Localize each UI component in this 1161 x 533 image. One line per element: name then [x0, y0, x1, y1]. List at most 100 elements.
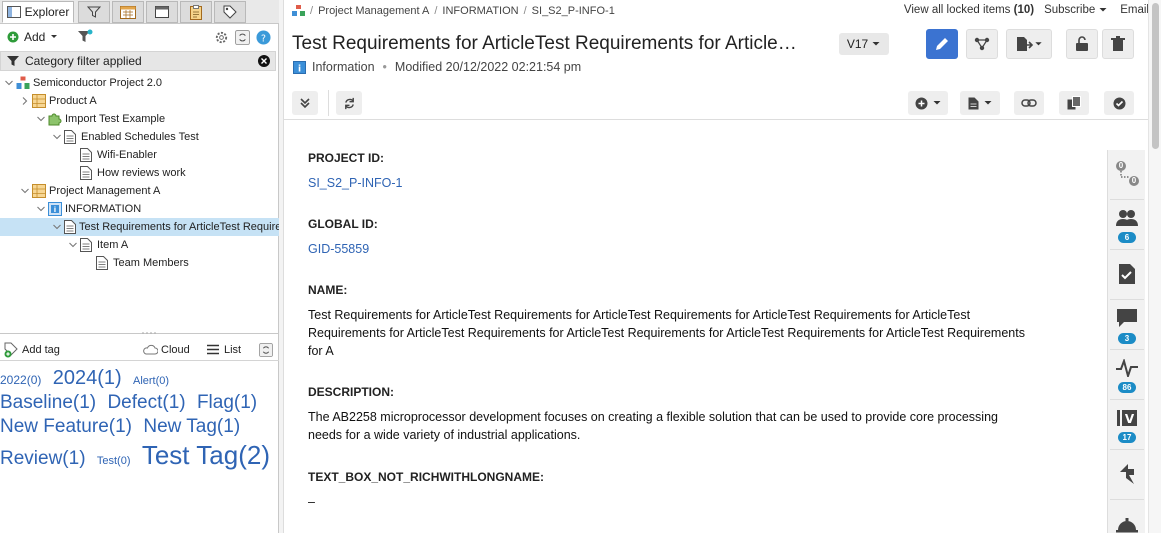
settings-icon[interactable]: [214, 30, 229, 45]
duplicate-button[interactable]: [1059, 91, 1089, 115]
scrollbar-thumb[interactable]: [1152, 3, 1159, 149]
breadcrumb-item-project[interactable]: Project Management A: [318, 5, 429, 17]
document-icon: [80, 238, 94, 252]
add-button[interactable]: Add: [7, 30, 59, 44]
tag-cloud-item[interactable]: Test Tag(2): [142, 440, 270, 470]
tree-caret-down-icon[interactable]: [52, 222, 62, 232]
tree-caret-down-icon[interactable]: [36, 204, 46, 214]
tree-node[interactable]: Project Management A: [0, 182, 279, 200]
add-menu-button[interactable]: [908, 91, 948, 115]
close-icon[interactable]: [258, 55, 270, 67]
email-link[interactable]: Email: [1120, 4, 1149, 16]
filter-icon: [87, 6, 101, 18]
bell-icon: [1116, 515, 1138, 533]
tab-calendar[interactable]: [112, 1, 144, 23]
tag-cloud-item[interactable]: Defect(1): [107, 392, 185, 413]
tag-cloud-item[interactable]: Alert(0): [133, 375, 169, 387]
review-button[interactable]: [1104, 91, 1134, 115]
cloud-view-button[interactable]: Cloud: [142, 344, 190, 356]
tree-node[interactable]: Wifi-Enabler: [0, 146, 279, 164]
expand-fields-button[interactable]: [292, 91, 318, 115]
refresh-icon[interactable]: [235, 29, 250, 45]
copy-icon: [1067, 96, 1081, 110]
tree-node[interactable]: Semiconductor Project 2.0: [0, 74, 279, 92]
tab-filter[interactable]: [78, 1, 110, 23]
refresh-icon[interactable]: [259, 342, 273, 357]
vertical-scrollbar[interactable]: [1148, 0, 1161, 533]
lock-button[interactable]: [1066, 29, 1098, 59]
tree-caret-down-icon[interactable]: [68, 240, 78, 250]
tree-node[interactable]: Import Test Example: [0, 110, 279, 128]
copy-link-button[interactable]: [1014, 91, 1044, 115]
breadcrumb-item-current[interactable]: SI_S2_P-INFO-1: [532, 5, 615, 17]
filter-button[interactable]: [77, 29, 93, 45]
tree-node[interactable]: Test Requirements for ArticleTest Requir…: [0, 218, 279, 236]
tree-caret-down-icon[interactable]: [20, 186, 30, 196]
field-value[interactable]: GID-55859: [308, 240, 1028, 258]
refresh-button[interactable]: [336, 91, 362, 115]
add-circle-icon: [915, 97, 927, 109]
tab-tags[interactable]: [214, 1, 246, 23]
tree-node-label: Item A: [97, 239, 129, 251]
export-menu-button[interactable]: [1006, 29, 1052, 59]
add-tag-button[interactable]: Add tag: [4, 342, 60, 358]
tag-cloud-item[interactable]: 2022(0): [0, 373, 41, 387]
panel-splitter[interactable]: [0, 332, 279, 337]
puzzle-icon: [48, 112, 62, 126]
rail-button-versions[interactable]: V 17: [1110, 402, 1144, 450]
list-view-button[interactable]: List: [207, 344, 241, 356]
rail-button-bell[interactable]: [1110, 502, 1144, 533]
rail-button-activity[interactable]: 86: [1110, 352, 1144, 400]
document-menu-button[interactable]: [960, 91, 1000, 115]
hierarchy-icon: [974, 37, 990, 51]
tree-node-label: Project Management A: [49, 185, 161, 197]
tree-caret-down-icon[interactable]: [36, 114, 46, 124]
breadcrumb-item-folder[interactable]: INFORMATION: [442, 5, 518, 17]
tree-caret-down-icon[interactable]: [52, 132, 62, 142]
subscribe-label: Subscribe: [1044, 4, 1096, 16]
tag-cloud-item[interactable]: New Feature(1): [0, 416, 132, 437]
rail-button-users[interactable]: 6: [1110, 202, 1144, 250]
tag-cloud-item[interactable]: New Tag(1): [143, 416, 240, 437]
version-selector[interactable]: V17: [839, 33, 889, 55]
tag-cloud-item[interactable]: Flag(1): [197, 392, 257, 413]
tab-explorer[interactable]: Explorer: [2, 1, 74, 23]
tree-caret-down-icon[interactable]: [4, 78, 14, 88]
project-icon[interactable]: [292, 5, 305, 17]
locked-items-count: (10): [1013, 4, 1035, 16]
tab-window[interactable]: [146, 1, 178, 23]
tag-cloud-item[interactable]: Test(0): [97, 455, 131, 467]
field-value[interactable]: SI_S2_P-INFO-1: [308, 174, 1028, 192]
rail-button-comments[interactable]: 3: [1110, 302, 1144, 350]
rail-button-relationships[interactable]: 00: [1110, 152, 1144, 200]
view-locked-items-link[interactable]: View all locked items (10): [904, 4, 1034, 16]
tree-node[interactable]: How reviews work: [0, 164, 279, 182]
tree-node[interactable]: Product A: [0, 92, 279, 110]
field-block: DESCRIPTION: The AB2258 microprocessor de…: [308, 385, 1028, 444]
rail-button-tasks[interactable]: [1110, 252, 1144, 300]
tree-node[interactable]: Item A: [0, 236, 279, 254]
tree-node[interactable]: i INFORMATION: [0, 200, 279, 218]
relationships-button[interactable]: [966, 29, 998, 59]
add-tag-label: Add tag: [22, 343, 60, 356]
tree-node[interactable]: Team Members: [0, 254, 279, 272]
delete-button[interactable]: [1102, 29, 1134, 59]
subscribe-menu[interactable]: Subscribe: [1044, 4, 1108, 16]
edit-button[interactable]: [926, 29, 958, 59]
rail-button-sync[interactable]: [1110, 452, 1144, 500]
app-window: Explorer Add ? Category filter applied S…: [0, 0, 1161, 533]
tag-cloud-item[interactable]: Review(1): [0, 448, 86, 469]
help-icon[interactable]: ?: [256, 29, 271, 45]
tag-cloud-item[interactable]: Baseline(1): [0, 392, 96, 413]
chevron-down-icon: [933, 101, 940, 105]
filter-icon: [7, 56, 19, 66]
folder-grid-icon: [32, 94, 46, 108]
breadcrumb-separator: /: [310, 5, 314, 17]
add-button-label: Add: [24, 30, 46, 44]
tag-cloud-item[interactable]: 2024(1): [53, 367, 122, 389]
tree-node[interactable]: Enabled Schedules Test: [0, 128, 279, 146]
tree-caret-right-icon[interactable]: [20, 96, 30, 106]
folder-grid-icon: [32, 184, 46, 198]
tab-clipboard[interactable]: [180, 1, 212, 23]
svg-text:i: i: [54, 206, 56, 214]
